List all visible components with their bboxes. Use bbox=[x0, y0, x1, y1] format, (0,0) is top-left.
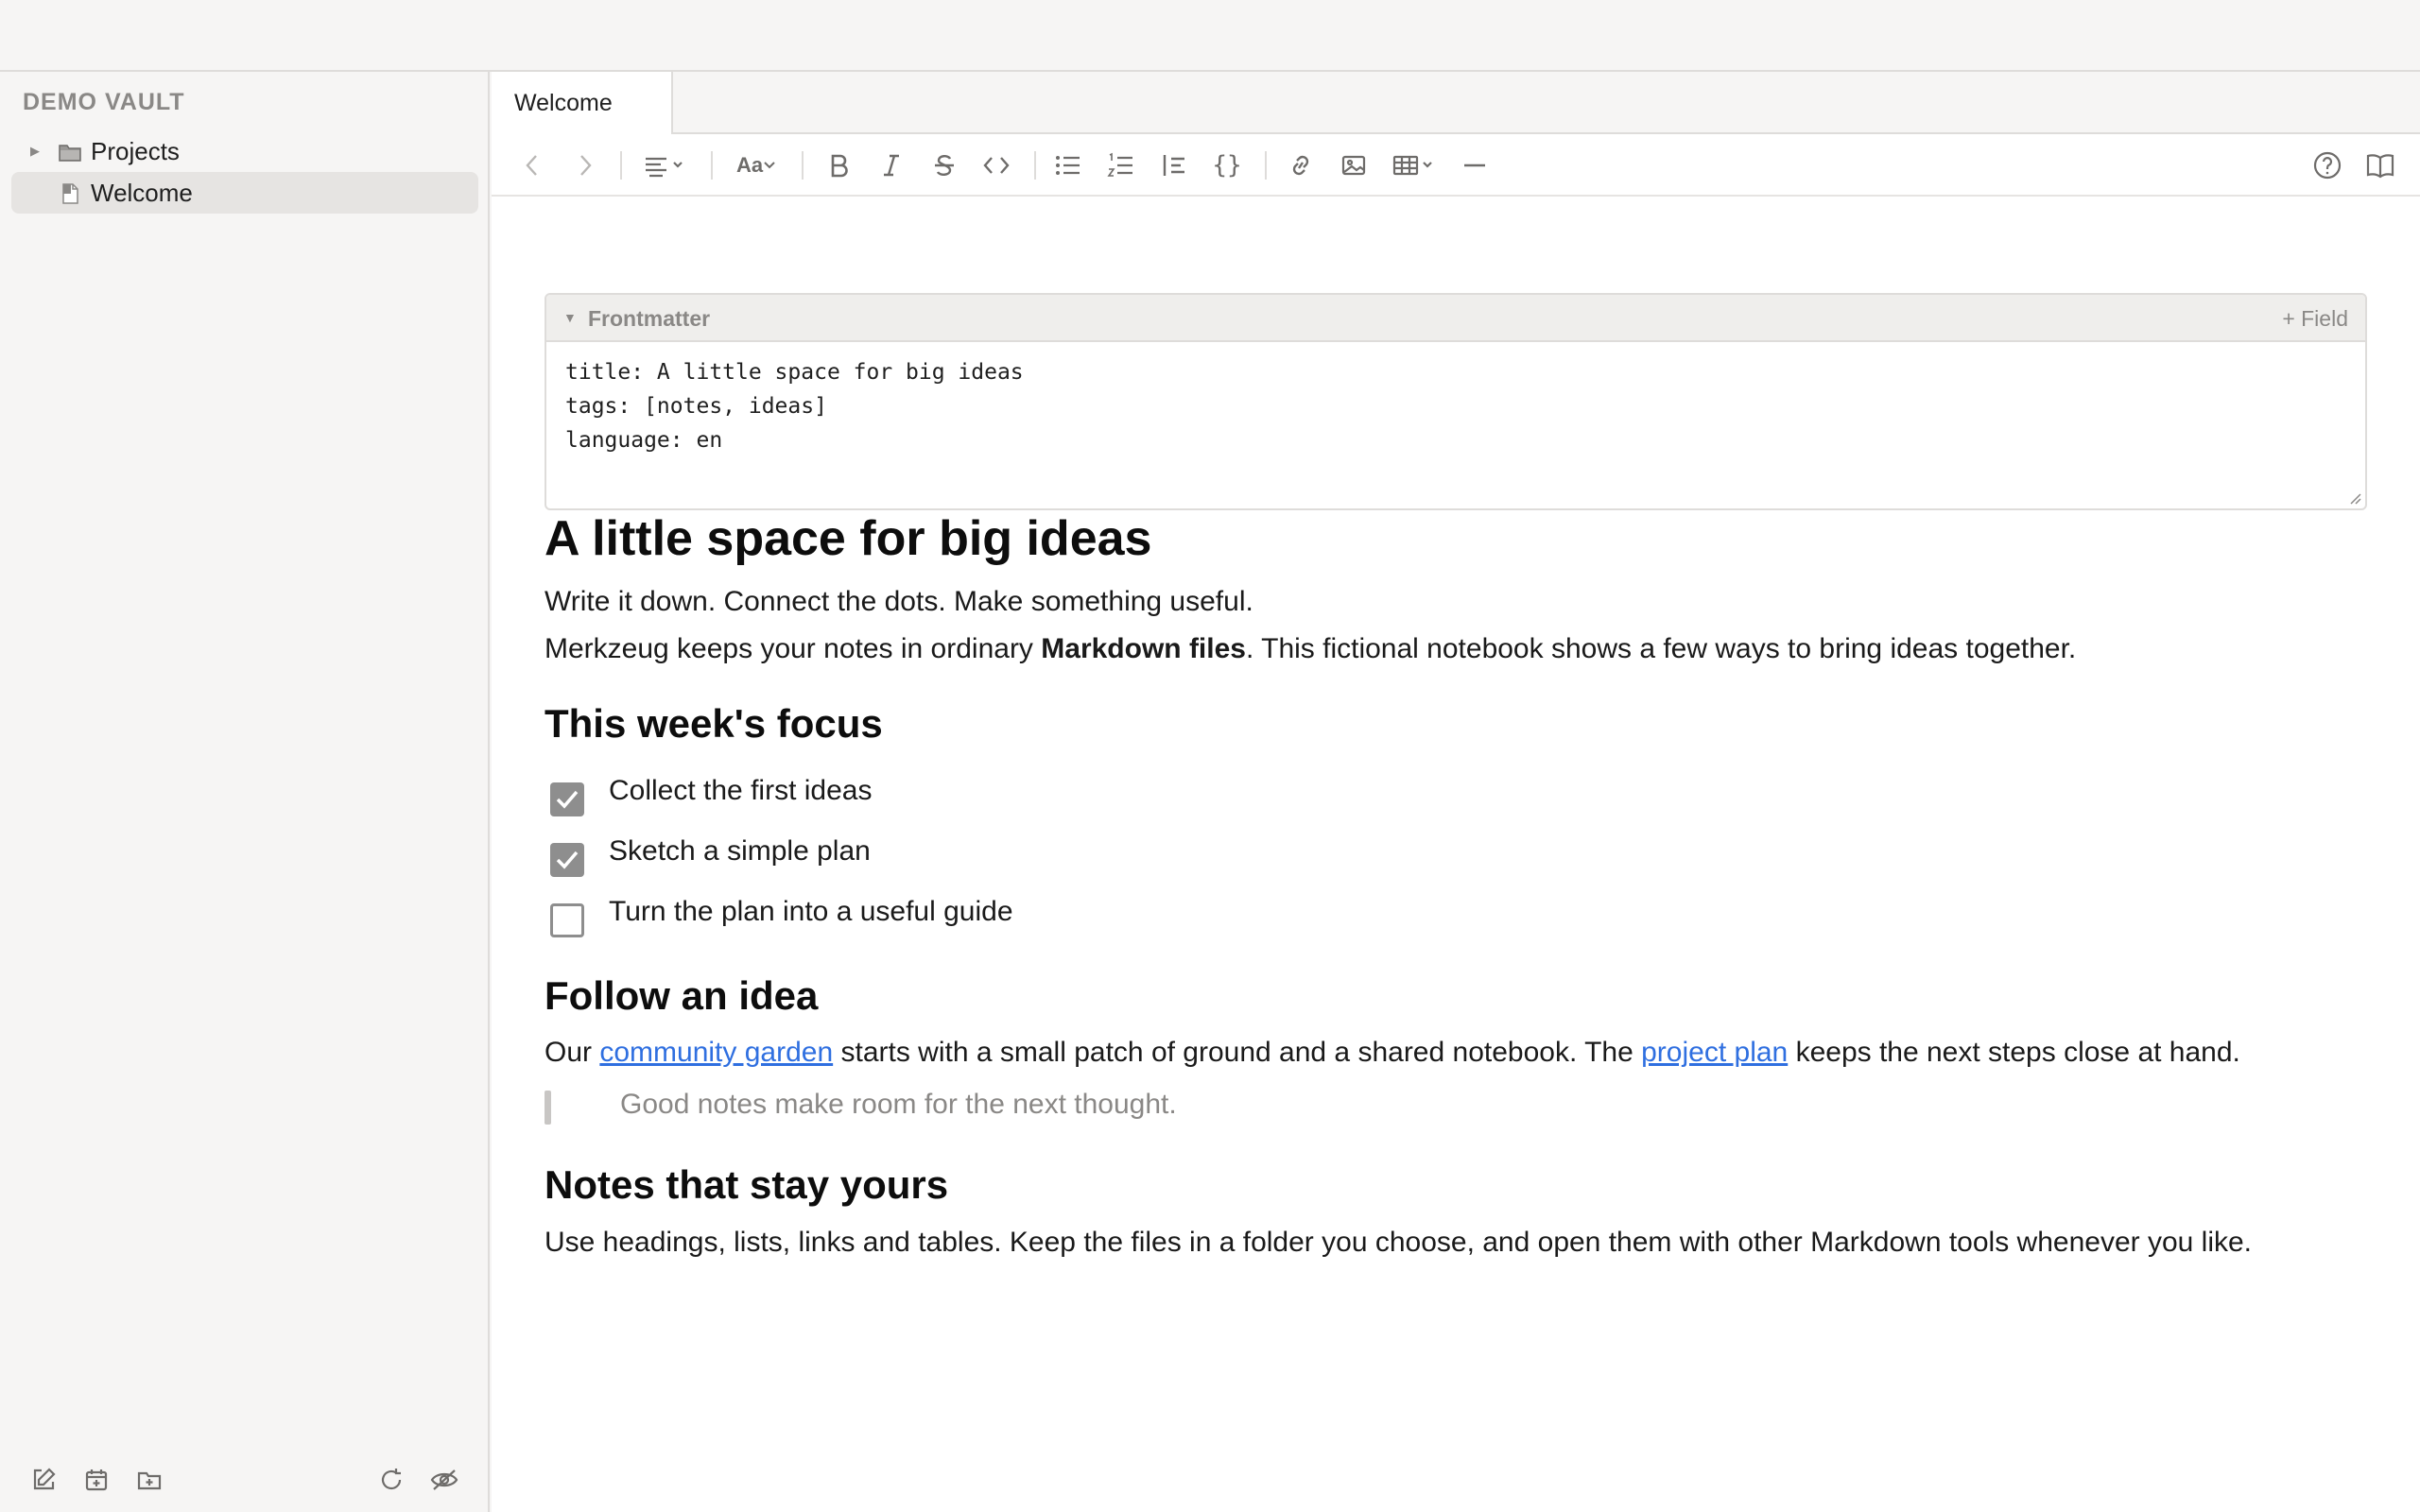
toolbar-separator bbox=[711, 151, 713, 180]
blockquote: Good notes make room for the next though… bbox=[620, 1089, 1177, 1120]
new-folder-icon[interactable] bbox=[134, 1465, 164, 1495]
horizontal-rule-icon[interactable] bbox=[1458, 147, 1492, 183]
sidebar-item-projects[interactable]: ▶ Projects bbox=[11, 130, 478, 172]
sidebar-item-label: Welcome bbox=[91, 178, 193, 207]
tab-welcome[interactable]: Welcome bbox=[492, 72, 673, 134]
checkbox-unchecked[interactable] bbox=[550, 903, 584, 937]
frontmatter-editor[interactable]: title: A little space for big ideas tags:… bbox=[565, 355, 1024, 457]
calendar-add-icon[interactable] bbox=[81, 1465, 112, 1495]
sidebar-item-welcome[interactable]: Welcome bbox=[11, 172, 478, 214]
italic-icon[interactable] bbox=[875, 147, 908, 183]
folder-icon bbox=[59, 140, 81, 162]
heading-2: This week's focus bbox=[544, 701, 883, 746]
link-community-garden[interactable]: community garden bbox=[599, 1037, 833, 1068]
sidebar-item-label: Projects bbox=[91, 136, 180, 165]
heading-2: Follow an idea bbox=[544, 973, 819, 1018]
numbered-list-icon[interactable] bbox=[1104, 147, 1138, 183]
frontmatter-title: Frontmatter bbox=[588, 306, 711, 331]
inline-code-icon[interactable] bbox=[979, 147, 1013, 183]
task-label: Turn the plan into a useful guide bbox=[609, 896, 1013, 927]
paragraph: Write it down. Connect the dots. Make so… bbox=[544, 586, 1253, 617]
table-dropdown-icon[interactable] bbox=[1390, 147, 1439, 183]
paragraph: Our community garden starts with a small… bbox=[544, 1037, 2240, 1069]
format-toolbar: Aa {} bbox=[492, 134, 2420, 197]
task-label: Sketch a simple plan bbox=[609, 835, 871, 867]
toolbar-separator bbox=[802, 151, 804, 180]
frontmatter-line: language: en bbox=[565, 428, 723, 453]
align-dropdown-icon[interactable] bbox=[639, 147, 692, 183]
text: starts with a small patch of ground and … bbox=[833, 1037, 1642, 1068]
file-icon bbox=[59, 181, 81, 204]
task-label: Collect the first ideas bbox=[609, 775, 873, 806]
checkbox-checked[interactable] bbox=[550, 782, 584, 816]
expand-caret-icon[interactable]: ▶ bbox=[30, 144, 40, 159]
editor-pane: Welcome Aa {} ▼ Frontmatter + Field titl… bbox=[492, 72, 2420, 1512]
title-bar bbox=[0, 0, 2420, 72]
toolbar-separator bbox=[1034, 151, 1036, 180]
vault-name: DEMO VAULT bbox=[23, 89, 185, 115]
bold-icon[interactable] bbox=[822, 147, 855, 183]
collapse-caret-icon[interactable]: ▼ bbox=[563, 310, 577, 325]
back-icon[interactable] bbox=[518, 147, 546, 183]
text: . This fictional notebook shows a few wa… bbox=[1245, 633, 2077, 664]
resize-grip-icon[interactable] bbox=[2348, 491, 2361, 505]
link-icon[interactable] bbox=[1284, 147, 1318, 183]
tab-bar: Welcome bbox=[492, 72, 2420, 134]
sidebar-footer bbox=[0, 1446, 488, 1512]
text: Merkzeug keeps your notes in ordinary bbox=[544, 633, 1042, 664]
help-icon[interactable] bbox=[2310, 147, 2344, 183]
paragraph: Merkzeug keeps your notes in ordinary Ma… bbox=[544, 633, 2076, 665]
reading-mode-icon[interactable] bbox=[2363, 147, 2397, 183]
hide-hidden-files-icon[interactable] bbox=[429, 1465, 459, 1495]
new-note-icon[interactable] bbox=[28, 1465, 59, 1495]
heading-2: Notes that stay yours bbox=[544, 1162, 949, 1207]
paragraph: Use headings, lists, links and tables. K… bbox=[544, 1227, 2253, 1258]
heading-1: A little space for big ideas bbox=[544, 511, 1152, 566]
strikethrough-icon[interactable] bbox=[928, 147, 960, 183]
image-icon[interactable] bbox=[1337, 147, 1371, 183]
code-block-icon[interactable]: {} bbox=[1210, 147, 1244, 183]
font-size-label: Aa bbox=[735, 153, 764, 177]
editor-content[interactable]: ▼ Frontmatter + Field title: A little sp… bbox=[492, 197, 2420, 1512]
text: keeps the next steps close at hand. bbox=[1788, 1037, 2240, 1068]
blockquote-bar bbox=[544, 1091, 551, 1125]
forward-icon[interactable] bbox=[571, 147, 599, 183]
link-project-plan[interactable]: project plan bbox=[1641, 1037, 1788, 1068]
toolbar-separator bbox=[1265, 151, 1267, 180]
toolbar-separator bbox=[620, 151, 622, 180]
add-field-button[interactable]: + Field bbox=[2282, 306, 2348, 332]
font-size-dropdown[interactable]: Aa bbox=[730, 147, 783, 183]
frontmatter-header[interactable]: ▼ Frontmatter + Field bbox=[546, 295, 2365, 342]
refresh-icon[interactable] bbox=[376, 1465, 406, 1495]
text: Our bbox=[544, 1037, 600, 1068]
bullet-list-icon[interactable] bbox=[1051, 147, 1085, 183]
bold-text: Markdown files bbox=[1041, 633, 1246, 664]
checkbox-checked[interactable] bbox=[550, 843, 584, 877]
frontmatter-line: title: A little space for big ideas bbox=[565, 360, 1024, 385]
blockquote-icon[interactable] bbox=[1157, 147, 1191, 183]
sidebar: DEMO VAULT ▶ Projects Welcome bbox=[0, 72, 490, 1512]
frontmatter-panel: ▼ Frontmatter + Field title: A little sp… bbox=[544, 293, 2367, 510]
frontmatter-line: tags: [notes, ideas] bbox=[565, 394, 827, 419]
